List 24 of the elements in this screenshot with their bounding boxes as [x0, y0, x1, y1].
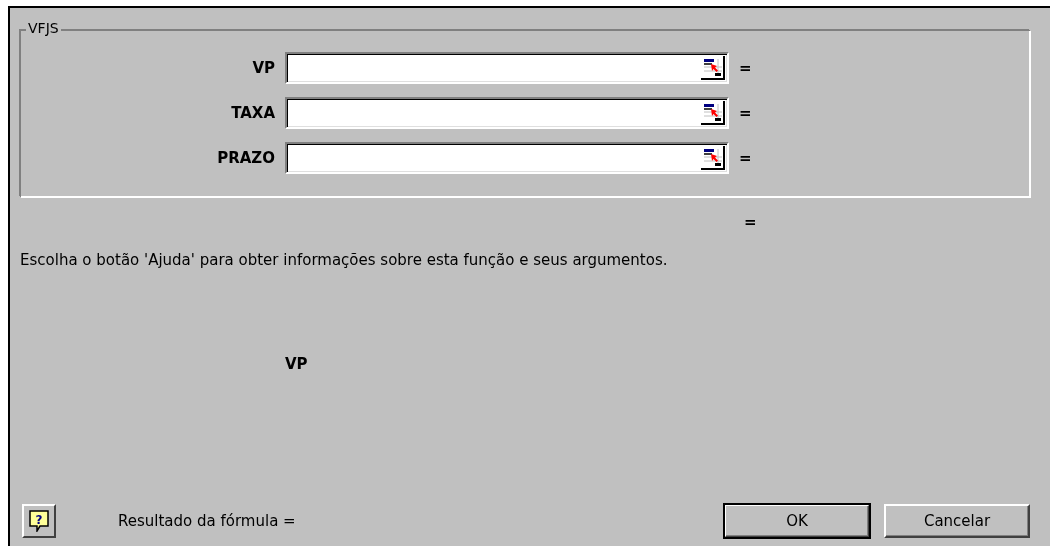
help-button[interactable]: ?: [22, 504, 56, 538]
help-icon: ?: [29, 510, 49, 532]
collapse-dialog-button[interactable]: [701, 55, 725, 80]
description-text: Escolha o botão 'Ajuda' para obter informações sobre esta função e seus argumentos.: [20, 251, 669, 269]
input-field[interactable]: [285, 51, 729, 84]
collapse-dialog-button[interactable]: [701, 100, 725, 125]
sheet-arrow-icon: [702, 101, 724, 122]
input-field[interactable]: [285, 141, 729, 174]
argument-label: TAXA: [231, 103, 275, 122]
argument-label: PRAZO: [217, 148, 275, 167]
argument-result: =: [739, 58, 753, 77]
sheet-arrow-icon: [702, 56, 724, 77]
collapse-dialog-button[interactable]: [701, 145, 725, 170]
dialog-button[interactable]: Cancelar: [884, 504, 1030, 538]
argument-label: VP: [252, 58, 275, 77]
formula-result: Resultado da fórmula =: [118, 512, 296, 530]
sheet-arrow-icon: [702, 146, 724, 167]
function-name: VFJS: [26, 20, 61, 36]
input-field[interactable]: [285, 96, 729, 129]
argument-result: =: [739, 148, 753, 167]
function-result: =: [743, 213, 758, 233]
argument-result: =: [739, 103, 753, 122]
dialog-button[interactable]: OK: [724, 504, 870, 538]
argument-help-text: VP: [284, 355, 309, 373]
